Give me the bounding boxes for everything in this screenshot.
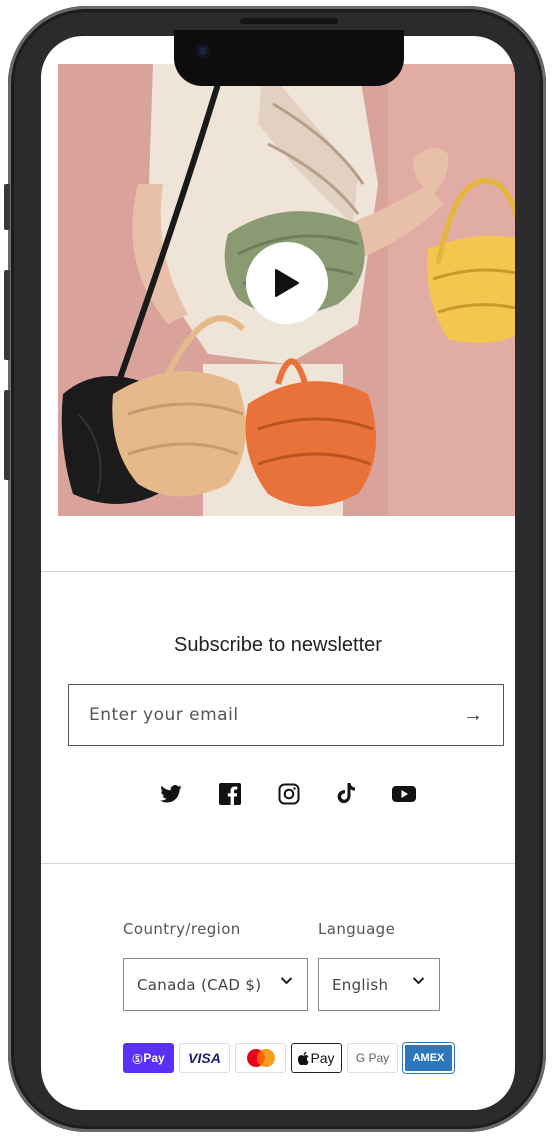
chevron-down-icon bbox=[280, 977, 293, 985]
chevron-down-icon bbox=[412, 977, 425, 985]
email-input[interactable] bbox=[83, 685, 455, 745]
phone-notch bbox=[174, 30, 404, 86]
shop-pay-label: Pay bbox=[143, 1051, 165, 1065]
instagram-link[interactable] bbox=[273, 778, 305, 810]
google-pay-icon: G Pay bbox=[347, 1043, 398, 1073]
visa-icon: VISA bbox=[179, 1043, 230, 1073]
country-value: Canada (CAD $) bbox=[137, 975, 262, 994]
country-label: Country/region bbox=[123, 920, 241, 938]
front-camera bbox=[196, 44, 210, 58]
amex-label: AMEX bbox=[412, 1052, 445, 1064]
youtube-link[interactable] bbox=[388, 778, 420, 810]
mastercard-circles bbox=[246, 1049, 275, 1067]
footer-divider bbox=[41, 863, 515, 864]
facebook-icon bbox=[219, 783, 241, 805]
visa-label: VISA bbox=[188, 1050, 221, 1066]
language-selector[interactable]: English bbox=[318, 958, 440, 1011]
mastercard-icon bbox=[235, 1043, 286, 1073]
language-value: English bbox=[332, 975, 389, 994]
shop-pay-icon: Ⓢ Pay bbox=[123, 1043, 174, 1073]
social-links bbox=[41, 778, 515, 814]
apple-pay-label: Pay bbox=[310, 1050, 335, 1066]
country-selector[interactable]: Canada (CAD $) bbox=[123, 958, 308, 1011]
product-video[interactable] bbox=[58, 64, 515, 516]
newsletter-heading: Subscribe to newsletter bbox=[174, 634, 382, 656]
play-button[interactable] bbox=[246, 242, 328, 324]
volume-down-button bbox=[4, 390, 10, 480]
volume-up-button bbox=[4, 270, 10, 360]
apple-pay-icon: Pay bbox=[291, 1043, 342, 1073]
email-field-wrapper: → bbox=[68, 684, 504, 746]
language-label: Language bbox=[318, 920, 396, 938]
amex-icon: AMEX bbox=[402, 1042, 455, 1074]
tiktok-icon bbox=[337, 783, 355, 804]
play-icon bbox=[275, 269, 299, 297]
tiktok-link[interactable] bbox=[330, 778, 362, 810]
silent-switch bbox=[4, 184, 10, 230]
speaker-grille bbox=[240, 18, 338, 24]
twitter-link[interactable] bbox=[155, 778, 187, 810]
twitter-icon bbox=[160, 785, 182, 803]
facebook-link[interactable] bbox=[214, 778, 246, 810]
apple-logo bbox=[298, 1051, 310, 1065]
google-pay-label: G Pay bbox=[355, 1051, 390, 1065]
instagram-icon bbox=[278, 783, 300, 805]
section-divider bbox=[41, 571, 515, 572]
youtube-icon bbox=[392, 786, 416, 802]
subscribe-submit-button[interactable]: → bbox=[453, 695, 493, 735]
phone-screen: Subscribe to newsletter → bbox=[41, 36, 515, 1110]
